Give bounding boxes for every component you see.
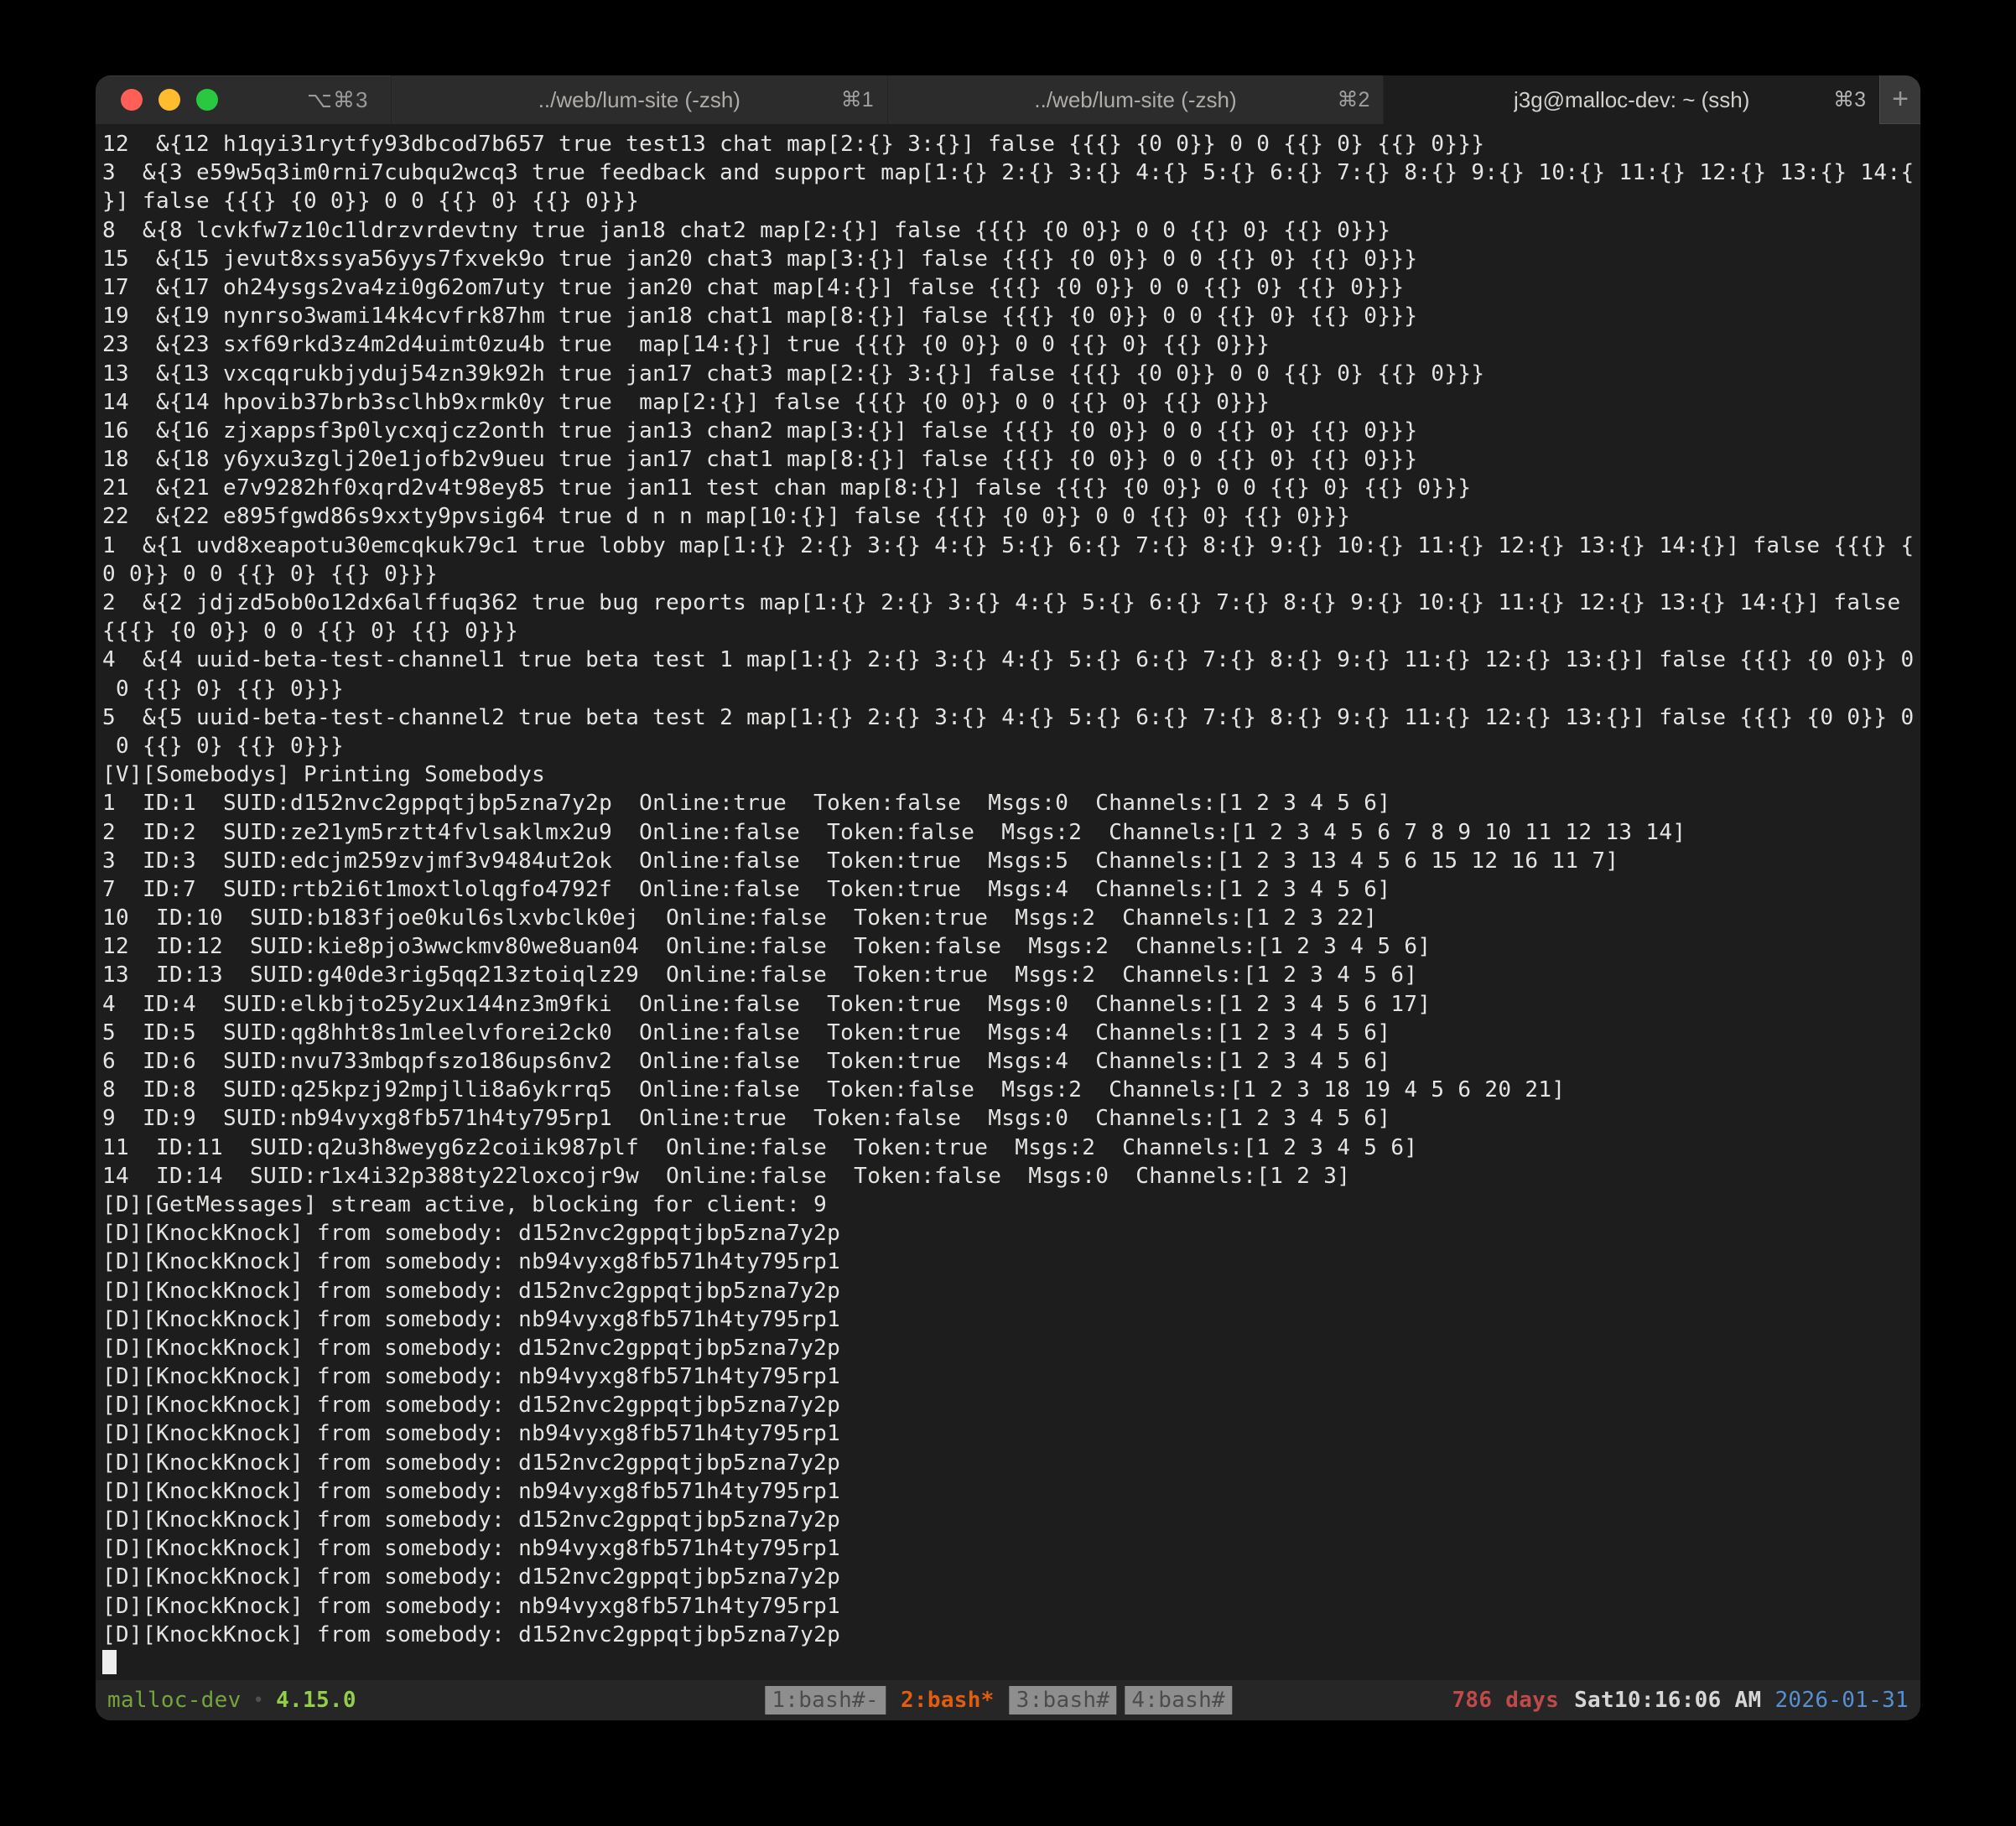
separator-dot: • — [253, 1690, 265, 1711]
terminal-line: 19 &{19 nynrso3wami14k4cvfrk87hm true ja… — [102, 302, 1920, 330]
version-label: 4.15.0 — [276, 1688, 356, 1713]
terminal-line: }] false {{{} {0 0}} 0 0 {{} 0} {{} 0}}} — [102, 187, 1920, 215]
date-label: 2026-01-31 — [1774, 1688, 1909, 1713]
terminal-line: 16 &{16 zjxappsf3p0lycxqjcz2onth true ja… — [102, 417, 1920, 445]
terminal-line: [D][KnockKnock] from somebody: d152nvc2g… — [102, 1219, 1920, 1248]
terminal-line: 21 &{21 e7v9282hf0xqrd2v4t98ey85 true ja… — [102, 474, 1920, 502]
terminal-line: [D][KnockKnock] from somebody: d152nvc2g… — [102, 1563, 1920, 1591]
terminal-line: 5 ID:5 SUID:qg8hht8s1mleelvforei2ck0 Onl… — [102, 1019, 1920, 1047]
tab-lum-site-2[interactable]: ../web/lum-site (-zsh) ⌘2 — [887, 75, 1384, 124]
terminal-line: 2 &{2 jdjzd5ob0o12dx6alffuq362 true bug … — [102, 589, 1920, 617]
terminal-line: 14 ID:14 SUID:r1x4i32p388ty22loxcojr9w O… — [102, 1162, 1920, 1191]
terminal-line: 23 &{23 sxf69rkd3z4m2d4uimt0zu4b true ma… — [102, 330, 1920, 359]
terminal-output: 12 &{12 h1qyi31rytfy93dbcod7b657 true te… — [102, 130, 1920, 1649]
terminal-line: 13 &{13 vxcqqrukbjyduj54zn39k92h true ja… — [102, 360, 1920, 388]
terminal-line: [D][KnockKnock] from somebody: d152nvc2g… — [102, 1277, 1920, 1305]
terminal-line: 14 &{14 hpovib37brb3sclhb9xrmk0y true ma… — [102, 388, 1920, 417]
terminal-line: 12 &{12 h1qyi31rytfy93dbcod7b657 true te… — [102, 130, 1920, 158]
window-shortcut-label: ⌥⌘3 — [307, 75, 368, 124]
terminal-line: {{{} {0 0}} 0 0 {{} 0} {{} 0}}} — [102, 617, 1920, 646]
terminal-line: 6 ID:6 SUID:nvu733mbqpfszo186ups6nv2 Onl… — [102, 1047, 1920, 1076]
terminal-line: 5 &{5 uuid-beta-test-channel2 true beta … — [102, 703, 1920, 732]
tab-shortcut: ⌘1 — [841, 87, 874, 112]
terminal-line: [D][KnockKnock] from somebody: nb94vyxg8… — [102, 1362, 1920, 1391]
terminal-line: 8 &{8 lcvkfw7z10c1ldrzvrdevtny true jan1… — [102, 216, 1920, 245]
terminal-line: 0 0}} 0 0 {{} 0} {{} 0}}} — [102, 560, 1920, 589]
status-right: 786 days Sat10:16:06 AM 2026-01-31 — [1452, 1688, 1909, 1713]
terminal-line: [D][KnockKnock] from somebody: d152nvc2g… — [102, 1391, 1920, 1419]
terminal-line: [D][KnockKnock] from somebody: nb94vyxg8… — [102, 1592, 1920, 1621]
titlebar-left-controls: ⌥⌘3 — [96, 75, 391, 124]
hostname-label: malloc-dev — [107, 1688, 242, 1713]
terminal-line: 12 ID:12 SUID:kie8pjo3wwckmv80we8uan04 O… — [102, 932, 1920, 961]
tab-label: ../web/lum-site (-zsh) — [538, 87, 740, 113]
tab-lum-site-1[interactable]: ../web/lum-site (-zsh) ⌘1 — [391, 75, 887, 124]
tab-shortcut: ⌘2 — [1337, 87, 1369, 112]
tmux-window-list: 1:bash#- 2:bash* 3:bash# 4:bash# — [761, 1686, 1236, 1714]
terminal-line: 4 &{4 uuid-beta-test-channel1 true beta … — [102, 646, 1920, 674]
tab-ssh-malloc-dev[interactable]: j3g@malloc-dev: ~ (ssh) ⌘3 — [1383, 75, 1879, 124]
new-tab-button[interactable]: + — [1879, 75, 1920, 124]
terminal-line: 3 ID:3 SUID:edcjm259zvjmf3v9484ut2ok Onl… — [102, 847, 1920, 875]
clock-label: Sat10:16:06 AM — [1574, 1688, 1761, 1713]
terminal-screen[interactable]: 12 &{12 h1qyi31rytfy93dbcod7b657 true te… — [96, 124, 1920, 1680]
cursor-line — [102, 1649, 1920, 1678]
terminal-line: [V][Somebodys] Printing Somebodys — [102, 760, 1920, 789]
minimize-button[interactable] — [158, 89, 180, 111]
tab-label: j3g@malloc-dev: ~ (ssh) — [1514, 87, 1749, 113]
terminal-line: 1 &{1 uvd8xeapotu30emcqkuk79c1 true lobb… — [102, 532, 1920, 560]
terminal-line: 10 ID:10 SUID:b183fjoe0kul6slxvbclk0ej O… — [102, 904, 1920, 932]
terminal-line: 1 ID:1 SUID:d152nvc2gppqtjbp5zna7y2p Onl… — [102, 789, 1920, 817]
terminal-line: [D][KnockKnock] from somebody: d152nvc2g… — [102, 1449, 1920, 1477]
terminal-window: ⌥⌘3 ../web/lum-site (-zsh) ⌘1 ../web/lum… — [96, 75, 1920, 1720]
terminal-line: 22 &{22 e895fgwd86s9xxty9pvsig64 true d … — [102, 502, 1920, 531]
terminal-line: 0 {{} 0} {{} 0}}} — [102, 732, 1920, 760]
terminal-line: 9 ID:9 SUID:nb94vyxg8fb571h4ty795rp1 Onl… — [102, 1104, 1920, 1133]
tmux-window-4[interactable]: 4:bash# — [1125, 1686, 1232, 1714]
tmux-window-3[interactable]: 3:bash# — [1010, 1686, 1117, 1714]
terminal-line: [D][KnockKnock] from somebody: nb94vyxg8… — [102, 1305, 1920, 1334]
terminal-line: [D][KnockKnock] from somebody: nb94vyxg8… — [102, 1248, 1920, 1276]
tab-shortcut: ⌘3 — [1833, 87, 1866, 112]
tmux-window-1[interactable]: 1:bash#- — [765, 1686, 886, 1714]
close-button[interactable] — [121, 89, 143, 111]
zoom-button[interactable] — [196, 89, 218, 111]
titlebar: ⌥⌘3 ../web/lum-site (-zsh) ⌘1 ../web/lum… — [96, 75, 1920, 124]
terminal-line: 18 &{18 y6yxu3zglj20e1jofb2v9ueu true ja… — [102, 445, 1920, 474]
terminal-line: 11 ID:11 SUID:q2u3h8weyg6z2coiik987plf O… — [102, 1133, 1920, 1162]
terminal-line: 2 ID:2 SUID:ze21ym5rztt4fvlsaklmx2u9 Onl… — [102, 818, 1920, 847]
terminal-line: [D][KnockKnock] from somebody: d152nvc2g… — [102, 1621, 1920, 1649]
terminal-line: 7 ID:7 SUID:rtb2i6t1moxtlolqgfo4792f Onl… — [102, 875, 1920, 904]
tab-label: ../web/lum-site (-zsh) — [1034, 87, 1236, 113]
traffic-lights — [121, 89, 218, 111]
terminal-line: 17 &{17 oh24ysgs2va4zi0g62om7uty true ja… — [102, 273, 1920, 302]
uptime-label: 786 days — [1452, 1688, 1559, 1713]
terminal-line: 4 ID:4 SUID:elkbjto25y2ux144nz3m9fki Onl… — [102, 990, 1920, 1019]
terminal-line: [D][KnockKnock] from somebody: nb94vyxg8… — [102, 1477, 1920, 1506]
status-left: malloc-dev • 4.15.0 — [107, 1688, 356, 1713]
terminal-line: [D][KnockKnock] from somebody: nb94vyxg8… — [102, 1534, 1920, 1563]
screenshot-stage: ⌥⌘3 ../web/lum-site (-zsh) ⌘1 ../web/lum… — [0, 0, 2016, 1826]
terminal-line: [D][KnockKnock] from somebody: d152nvc2g… — [102, 1334, 1920, 1362]
terminal-line: [D][GetMessages] stream active, blocking… — [102, 1191, 1920, 1219]
terminal-line: 0 {{} 0} {{} 0}}} — [102, 675, 1920, 703]
terminal-line: 8 ID:8 SUID:q25kpzj92mpjlli8a6ykrrq5 Onl… — [102, 1076, 1920, 1104]
terminal-line: [D][KnockKnock] from somebody: nb94vyxg8… — [102, 1419, 1920, 1448]
terminal-line: 15 &{15 jevut8xssya56yys7fxvek9o true ja… — [102, 245, 1920, 273]
terminal-line: 13 ID:13 SUID:g40de3rig5qq213ztoiqlz29 O… — [102, 961, 1920, 989]
tmux-window-2-active[interactable]: 2:bash* — [894, 1686, 1001, 1714]
terminal-line: 3 &{3 e59w5q3im0rni7cubqu2wcq3 true feed… — [102, 158, 1920, 187]
tmux-status-bar: malloc-dev • 4.15.0 1:bash#- 2:bash* 3:b… — [96, 1680, 1920, 1720]
terminal-line: [D][KnockKnock] from somebody: d152nvc2g… — [102, 1506, 1920, 1534]
text-cursor — [102, 1650, 117, 1674]
